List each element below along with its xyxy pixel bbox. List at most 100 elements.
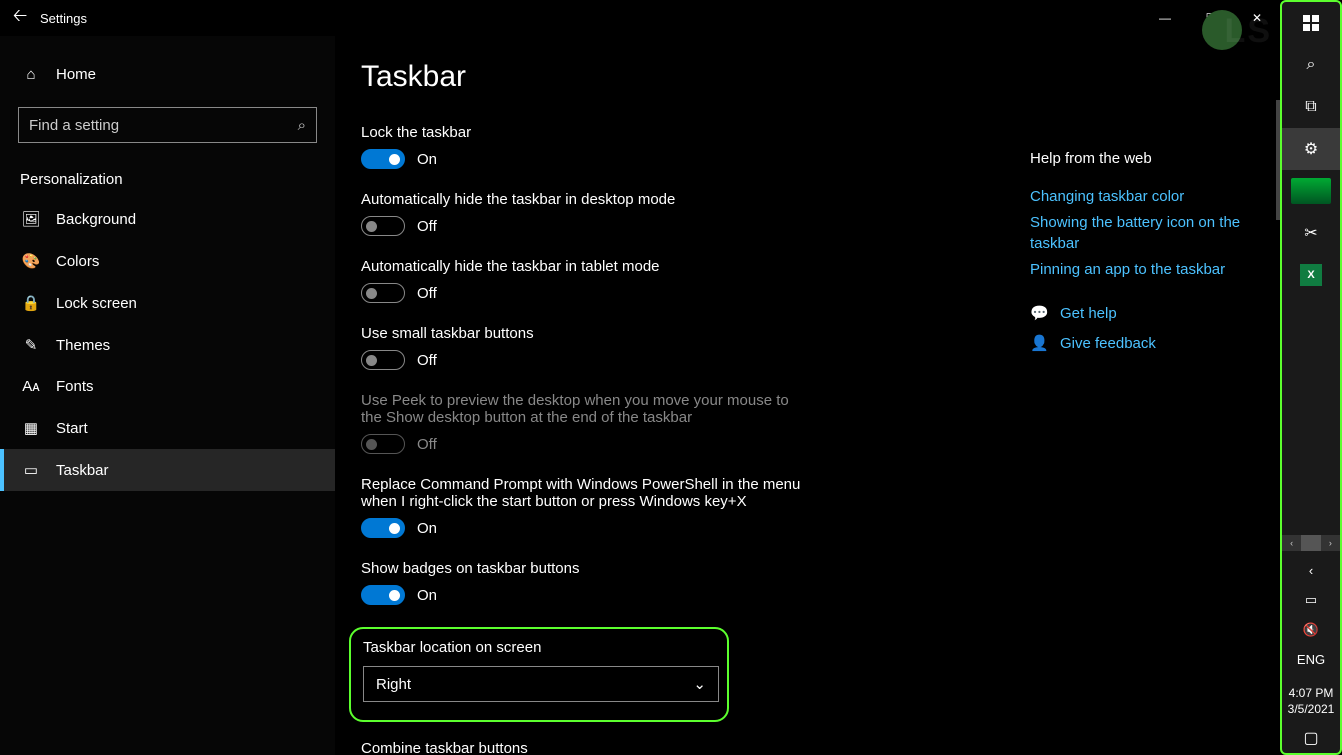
help-heading: Help from the web: [1030, 150, 1256, 167]
setting-label: Show badges on taskbar buttons: [361, 560, 811, 577]
combine-label: Combine taskbar buttons: [361, 740, 811, 755]
nav-label: Lock screen: [56, 295, 137, 312]
setting-use-small-taskbar: Use small taskbar buttons Off: [361, 325, 811, 370]
setting-use-peek-to: Use Peek to preview the desktop when you…: [361, 392, 811, 454]
setting-automatically-hide-the: Automatically hide the taskbar in deskto…: [361, 191, 811, 236]
taskbar-location-dropdown[interactable]: Right ⌄: [363, 666, 719, 702]
nav-icon: ✎: [22, 336, 40, 354]
search-placeholder: Find a setting: [29, 117, 119, 134]
chevron-down-icon: ⌄: [693, 675, 706, 693]
setting-replace-command-prompt: Replace Command Prompt with Windows Powe…: [361, 476, 811, 538]
nav-label: Start: [56, 420, 88, 437]
dropdown-value: Right: [376, 676, 411, 693]
page-title: Taskbar: [361, 60, 1254, 94]
home-link[interactable]: ⌂ Home: [0, 56, 335, 93]
task-view-button[interactable]: ⧉: [1282, 86, 1340, 128]
section-heading: Personalization: [0, 157, 335, 198]
nav-label: Colors: [56, 253, 99, 270]
setting-lock-the-taskbar: Lock the taskbar On: [361, 124, 811, 169]
window-title: Settings: [40, 11, 87, 26]
help-panel: Help from the web Changing taskbar color…: [1030, 150, 1256, 352]
system-tray: ‹ ▭ 🔇 ENG: [1282, 551, 1340, 679]
sidebar-item-fonts[interactable]: AᴀFonts: [0, 366, 335, 407]
setting-label: Automatically hide the taskbar in tablet…: [361, 258, 811, 275]
taskbar-app-snip[interactable]: ✂: [1282, 212, 1340, 254]
action-center-button[interactable]: ▢: [1282, 723, 1340, 753]
search-icon: ⌕: [298, 117, 306, 134]
snip-icon: ✂: [1304, 223, 1317, 243]
taskbar-app-excel[interactable]: X: [1282, 254, 1340, 296]
task-view-icon: ⧉: [1305, 98, 1316, 116]
sidebar-item-themes[interactable]: ✎Themes: [0, 324, 335, 366]
toggle-state: On: [417, 587, 437, 604]
toggle-switch[interactable]: [361, 350, 405, 370]
combine-setting: Combine taskbar buttons: [361, 740, 811, 755]
setting-label: Lock the taskbar: [361, 124, 811, 141]
taskbar-clock[interactable]: 4:07 PM 3/5/2021: [1288, 679, 1335, 723]
toggle-switch[interactable]: [361, 216, 405, 236]
toggle-switch[interactable]: [361, 149, 405, 169]
toggle-switch[interactable]: [361, 585, 405, 605]
nav-icon: ▭: [22, 461, 40, 479]
back-button[interactable]: 🡠: [0, 3, 40, 33]
thumbnail-icon: [1291, 178, 1331, 204]
toggle-state: Off: [417, 285, 437, 302]
nav-icon: ▦: [22, 419, 40, 437]
feedback-row[interactable]: 👤 Give feedback: [1030, 334, 1256, 352]
setting-automatically-hide-the: Automatically hide the taskbar in tablet…: [361, 258, 811, 303]
taskbar-app-thumbnail[interactable]: [1282, 170, 1340, 212]
toggle-state: Off: [417, 352, 437, 369]
language-indicator[interactable]: ENG: [1297, 652, 1325, 667]
toggle-state: Off: [417, 218, 437, 235]
home-label: Home: [56, 66, 96, 83]
taskbar-app-settings[interactable]: ⚙: [1282, 128, 1340, 170]
setting-label: Use small taskbar buttons: [361, 325, 811, 342]
search-input[interactable]: Find a setting ⌕: [18, 107, 317, 143]
sidebar: ⌂ Home Find a setting ⌕ Personalization …: [0, 36, 335, 755]
clock-date: 3/5/2021: [1288, 701, 1335, 717]
setting-label: Replace Command Prompt with Windows Powe…: [361, 476, 811, 510]
location-label: Taskbar location on screen: [363, 639, 715, 656]
sidebar-item-colors[interactable]: 🎨 Colors: [0, 240, 335, 282]
feedback-label: Give feedback: [1060, 335, 1156, 352]
help-link[interactable]: Showing the battery icon on the taskbar: [1030, 213, 1256, 254]
sidebar-item-lock-screen[interactable]: 🔒Lock screen: [0, 282, 335, 324]
sidebar-item-taskbar[interactable]: ▭ Taskbar: [0, 449, 335, 491]
tray-chevron-icon[interactable]: ‹: [1309, 563, 1313, 578]
clock-time: 4:07 PM: [1288, 685, 1335, 701]
windows-logo-icon: [1303, 15, 1319, 31]
tablet-mode-icon[interactable]: ▭: [1305, 592, 1317, 608]
sidebar-item-start[interactable]: ▦ Start: [0, 407, 335, 449]
help-link[interactable]: Pinning an app to the taskbar: [1030, 260, 1256, 280]
setting-label: Automatically hide the taskbar in deskto…: [361, 191, 811, 208]
help-link[interactable]: Changing taskbar color: [1030, 187, 1256, 207]
gear-icon: ⚙: [1304, 139, 1318, 159]
start-button[interactable]: [1282, 2, 1340, 44]
excel-icon: X: [1300, 264, 1322, 286]
taskbar-scroll[interactable]: ‹›: [1282, 535, 1340, 551]
chat-icon: 💬: [1030, 304, 1048, 322]
highlighted-setting-box: Taskbar location on screen Right ⌄: [349, 627, 729, 722]
toggle-state: On: [417, 151, 437, 168]
nav-label: Fonts: [56, 378, 94, 395]
person-icon: 👤: [1030, 334, 1048, 352]
toggle-switch[interactable]: [361, 518, 405, 538]
notification-icon: ▢: [1303, 728, 1318, 748]
right-taskbar: ⌕ ⧉ ⚙ ✂ X ‹› ‹ ▭ 🔇 ENG 4:07 PM 3/5/2021 …: [1280, 0, 1342, 755]
sidebar-item-background[interactable]: 🖼Background: [0, 198, 335, 240]
toggle-switch[interactable]: [361, 283, 405, 303]
home-icon: ⌂: [22, 66, 40, 83]
setting-show-badges-on: Show badges on taskbar buttons On: [361, 560, 811, 605]
toggle-state: On: [417, 520, 437, 537]
titlebar: 🡠 Settings: [0, 0, 1280, 36]
search-button[interactable]: ⌕: [1282, 44, 1340, 86]
nav-icon: 🖼: [22, 210, 40, 228]
nav-label: Taskbar: [56, 462, 109, 479]
setting-label: Use Peek to preview the desktop when you…: [361, 392, 811, 426]
minimize-button[interactable]: —: [1142, 0, 1188, 36]
get-help-row[interactable]: 💬 Get help: [1030, 304, 1256, 322]
nav-icon: 🎨: [22, 252, 40, 270]
volume-muted-icon[interactable]: 🔇: [1303, 622, 1319, 638]
search-icon: ⌕: [1307, 56, 1316, 74]
toggle-switch: [361, 434, 405, 454]
